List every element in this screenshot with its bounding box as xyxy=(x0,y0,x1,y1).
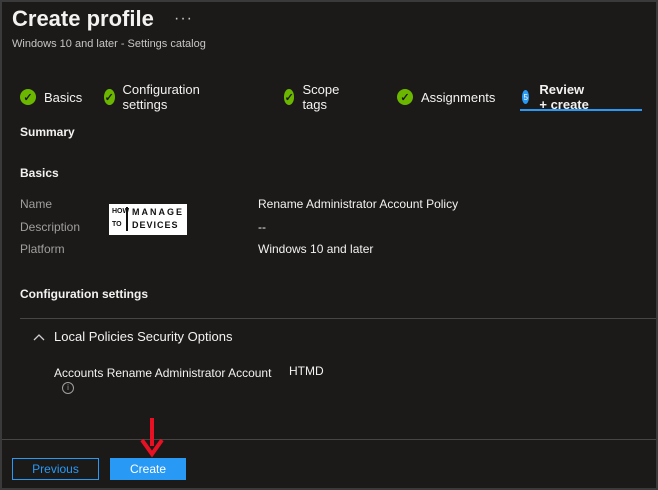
step-label: Review + create xyxy=(539,82,589,112)
platform-label: Platform xyxy=(20,242,65,256)
step-review-create[interactable]: 5 Review + create xyxy=(520,82,642,112)
settings-group-title: Local Policies Security Options xyxy=(54,329,233,344)
setting-value: HTMD xyxy=(289,364,324,378)
step-label: Basics xyxy=(44,89,83,105)
more-options-icon[interactable]: ··· xyxy=(174,10,193,28)
create-profile-panel: Create profile ··· Windows 10 and later … xyxy=(0,0,658,490)
step-scope-tags[interactable]: ✓ Scope tags xyxy=(284,82,345,112)
active-step-underline xyxy=(520,109,642,111)
platform-value: Windows 10 and later xyxy=(258,242,374,256)
divider xyxy=(20,318,656,319)
step-configuration-settings[interactable]: ✓ Configuration settings xyxy=(104,82,205,112)
footer-divider xyxy=(2,439,656,440)
check-icon: ✓ xyxy=(397,89,413,105)
check-icon: ✓ xyxy=(20,89,36,105)
description-value: -- xyxy=(258,220,266,234)
step-label: Assignments xyxy=(421,89,496,105)
chevron-up-icon[interactable] xyxy=(33,330,45,344)
configuration-settings-heading: Configuration settings xyxy=(20,287,148,301)
name-value: Rename Administrator Account Policy xyxy=(258,197,459,211)
check-icon: ✓ xyxy=(284,89,295,105)
previous-button[interactable]: Previous xyxy=(12,458,99,480)
setting-name: Accounts Rename Administrator Account xyxy=(54,366,272,380)
name-label: Name xyxy=(20,197,53,211)
step-label: Configuration settings xyxy=(122,82,200,112)
page-title: Create profile xyxy=(12,6,154,31)
create-button[interactable]: Create xyxy=(110,458,186,480)
description-label: Description xyxy=(20,220,81,234)
step-assignments[interactable]: ✓ Assignments xyxy=(397,86,495,108)
red-arrow-icon xyxy=(140,418,164,458)
check-icon: ✓ xyxy=(104,89,115,105)
summary-heading: Summary xyxy=(20,125,75,139)
step-basics[interactable]: ✓ Basics xyxy=(20,86,82,108)
howtomanagedevices-logo: HOW TO MANAGE DEVICES xyxy=(109,204,187,235)
page-subtitle: Windows 10 and later - Settings catalog xyxy=(12,38,206,50)
step-label: Scope tags xyxy=(302,82,340,112)
basics-heading: Basics xyxy=(20,166,59,180)
info-icon[interactable]: i xyxy=(62,382,74,394)
step-number-icon: 5 xyxy=(522,90,530,104)
